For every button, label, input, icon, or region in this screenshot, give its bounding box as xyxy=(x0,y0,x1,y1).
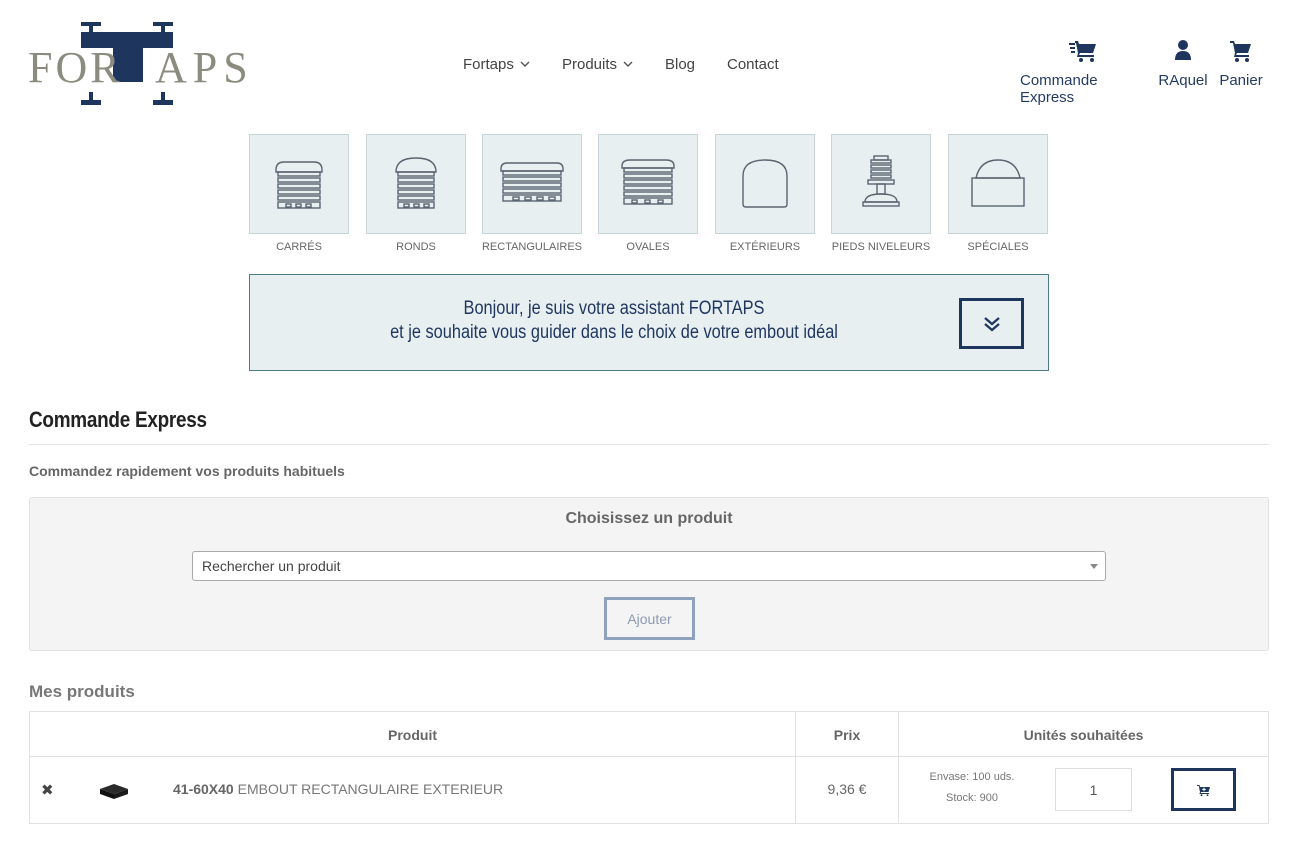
user-icon xyxy=(1175,40,1191,60)
category-tile xyxy=(715,134,815,234)
category-tile xyxy=(831,134,931,234)
my-products-title: Mes produits xyxy=(29,682,135,701)
category-tile xyxy=(948,134,1048,234)
nav-blog-label: Blog xyxy=(665,56,696,73)
rectangular-cap-icon xyxy=(500,162,564,202)
logo-text-right: APS xyxy=(155,43,254,92)
title-divider xyxy=(29,444,1269,445)
round-cap-icon xyxy=(395,157,437,209)
nav-contact-label: Contact xyxy=(727,56,779,73)
exterior-cap-icon xyxy=(742,159,788,208)
my-products-table: Produit Prix Unités souhaitées ✖ 41-60X4… xyxy=(29,711,1269,824)
header-panier[interactable]: Panier xyxy=(1219,38,1263,89)
header-divider xyxy=(30,756,1268,757)
category-label: SPÉCIALES xyxy=(967,241,1029,253)
category-tile xyxy=(598,134,698,234)
category-rectangulaires[interactable]: RECTANGULAIRES xyxy=(482,134,582,253)
product-thumbnail[interactable] xyxy=(99,781,129,801)
category-tile xyxy=(366,134,466,234)
leveling-foot-icon xyxy=(862,155,900,207)
assistant-line-2: et je souhaite vous guider dans le choix… xyxy=(390,322,838,343)
column-header-prix: Prix xyxy=(833,726,861,743)
category-exterieurs[interactable]: EXTÉRIEURS xyxy=(715,134,815,253)
product-chooser-panel: Choisissez un produit Rechercher un prod… xyxy=(29,497,1269,651)
product-ref: 41-60X40 xyxy=(173,781,234,797)
column-header-unites: Unités souhaitées xyxy=(1023,726,1144,743)
page-title: Commande Express xyxy=(29,407,207,432)
envase-text: Envase: 100 uds. xyxy=(929,771,1015,783)
category-label: RECTANGULAIRES xyxy=(481,241,583,253)
category-pieds-niveleurs[interactable]: PIEDS NIVELEURS xyxy=(831,134,931,253)
nav-produits-label: Produits xyxy=(562,56,618,73)
oval-cap-icon xyxy=(621,159,675,205)
product-name-link[interactable]: 41-60X40 EMBOUT RECTANGULAIRE EXTERIEUR xyxy=(173,781,503,797)
add-product-button[interactable]: Ajouter xyxy=(604,597,695,640)
special-cap-icon xyxy=(971,159,1025,207)
express-cart-icon xyxy=(1069,41,1096,62)
nav-fortaps-label: Fortaps xyxy=(463,56,514,73)
chevron-down-icon xyxy=(623,61,633,67)
category-carres[interactable]: CARRÉS xyxy=(249,134,349,253)
category-label: OVALES xyxy=(626,241,670,253)
chevron-down-icon xyxy=(520,61,530,67)
cart-plus-icon xyxy=(1196,784,1210,796)
product-name: EMBOUT RECTANGULAIRE EXTERIEUR xyxy=(237,781,504,797)
column-divider xyxy=(898,712,899,823)
column-header-produit: Produit xyxy=(388,726,437,743)
column-divider xyxy=(795,712,796,823)
category-speciales[interactable]: SPÉCIALES xyxy=(948,134,1048,253)
assistant-line-1: Bonjour, je suis votre assistant FORTAPS xyxy=(463,298,765,319)
nav-produits[interactable]: Produits xyxy=(562,56,633,73)
product-stock-info: Envase: 100 uds. Stock: 900 xyxy=(926,767,1018,809)
product-chooser-title: Choisissez un produit xyxy=(565,510,733,527)
add-to-cart-button[interactable] xyxy=(1171,768,1236,811)
remove-icon[interactable]: ✖ xyxy=(41,781,54,799)
product-search-select[interactable]: Rechercher un produit xyxy=(192,551,1106,581)
quantity-input[interactable] xyxy=(1055,768,1132,811)
select-arrow-icon xyxy=(1090,564,1098,569)
fortaps-logo[interactable]: FOR APS xyxy=(28,20,248,108)
category-label: RONDS xyxy=(396,241,436,253)
commande-express-label: Commande Express xyxy=(1020,72,1098,106)
assistant-banner: Bonjour, je suis votre assistant FORTAPS… xyxy=(249,274,1049,371)
nav-fortaps[interactable]: Fortaps xyxy=(463,56,530,73)
page-subtitle: Commandez rapidement vos produits habitu… xyxy=(29,463,345,479)
panier-label: Panier xyxy=(1219,72,1263,89)
assistant-expand-button[interactable] xyxy=(959,298,1024,349)
stock-text: Stock: 900 xyxy=(946,792,998,804)
category-ronds[interactable]: RONDS xyxy=(366,134,466,253)
category-label: EXTÉRIEURS xyxy=(729,241,801,253)
category-tile xyxy=(249,134,349,234)
category-label: CARRÉS xyxy=(276,241,322,253)
product-price: 9,36 € xyxy=(827,781,867,797)
double-chevron-down-icon xyxy=(983,316,1000,331)
cart-icon xyxy=(1230,41,1251,62)
header-account[interactable]: RAquel xyxy=(1158,38,1208,89)
nav-contact[interactable]: Contact xyxy=(727,56,779,73)
account-label: RAquel xyxy=(1158,72,1208,89)
category-ovales[interactable]: OVALES xyxy=(598,134,698,253)
assistant-text: Bonjour, je suis votre assistant FORTAPS… xyxy=(301,297,927,345)
square-cap-icon xyxy=(275,161,323,209)
category-tile xyxy=(482,134,582,234)
category-label: PIEDS NIVELEURS xyxy=(831,241,931,253)
product-search-value: Rechercher un produit xyxy=(202,558,341,574)
nav-blog[interactable]: Blog xyxy=(665,56,695,73)
header-commande-express[interactable]: Commande Express xyxy=(1020,38,1146,106)
logo-text-left: FOR xyxy=(28,43,123,92)
